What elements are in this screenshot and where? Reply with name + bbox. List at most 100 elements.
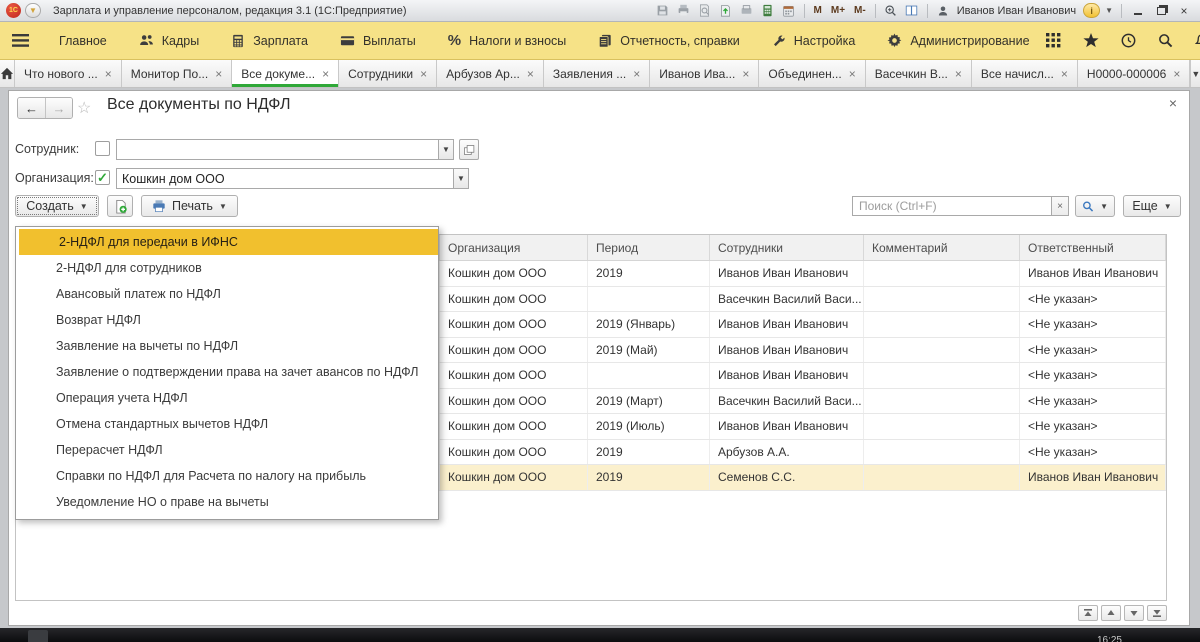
- send-icon[interactable]: [717, 3, 735, 19]
- back-button[interactable]: ←: [18, 98, 45, 118]
- current-user-name[interactable]: Иванов Иван Иванович: [957, 5, 1076, 17]
- zoom-icon[interactable]: [882, 3, 900, 19]
- tab[interactable]: Объединен...×: [759, 60, 865, 87]
- tab-list-caret-icon[interactable]: ▼: [1190, 60, 1200, 87]
- go-first-button[interactable]: [1078, 605, 1098, 621]
- close-button[interactable]: ×: [1174, 3, 1194, 19]
- favorite-star-icon[interactable]: ☆: [77, 98, 91, 118]
- tab-close-icon[interactable]: ×: [955, 68, 962, 80]
- menu-section-администрирование[interactable]: Администрирование: [871, 22, 1045, 59]
- menu-section-кадры[interactable]: Кадры: [123, 22, 215, 59]
- split-view-icon[interactable]: [903, 3, 921, 19]
- more-button[interactable]: Еще▼: [1123, 195, 1181, 217]
- employee-filter-checkbox[interactable]: [95, 141, 110, 156]
- tab[interactable]: Васечкин В...×: [866, 60, 972, 87]
- tab-close-icon[interactable]: ×: [742, 68, 749, 80]
- taskbar-item[interactable]: [28, 630, 48, 642]
- create-menu-item[interactable]: Операция учета НДФЛ: [16, 385, 438, 411]
- favorites-button[interactable]: [1083, 33, 1099, 48]
- tab-close-icon[interactable]: ×: [1173, 68, 1180, 80]
- tab-close-icon[interactable]: ×: [420, 68, 427, 80]
- system-menu-button[interactable]: ▼: [25, 3, 41, 18]
- save-icon[interactable]: [654, 3, 672, 19]
- search-button[interactable]: ▼: [1075, 195, 1115, 217]
- restore-button[interactable]: [1151, 3, 1171, 19]
- print-button[interactable]: Печать▼: [141, 195, 238, 217]
- tab-close-icon[interactable]: ×: [849, 68, 856, 80]
- minimize-button[interactable]: [1128, 3, 1148, 19]
- tab-close-icon[interactable]: ×: [105, 68, 112, 80]
- table-cell: 2019 (Январь): [588, 312, 710, 337]
- go-previous-button[interactable]: [1101, 605, 1121, 621]
- home-tab[interactable]: [0, 60, 15, 87]
- create-menu-item[interactable]: Возврат НДФЛ: [16, 307, 438, 333]
- table-header-cell[interactable]: Сотрудники: [710, 235, 864, 260]
- menu-section-налоги-и-взносы[interactable]: %Налоги и взносы: [432, 22, 583, 59]
- tab-close-icon[interactable]: ×: [215, 68, 222, 80]
- create-menu-item[interactable]: Справки по НДФЛ для Расчета по налогу на…: [16, 463, 438, 489]
- menu-section-настройка[interactable]: Настройка: [756, 22, 872, 59]
- employee-open-button[interactable]: [459, 139, 479, 160]
- info-caret-icon[interactable]: ▼: [1103, 6, 1115, 15]
- create-menu-item[interactable]: Отмена стандартных вычетов НДФЛ: [16, 411, 438, 437]
- table-header-cell[interactable]: Период: [588, 235, 710, 260]
- menu-section-отчетность-справки[interactable]: Отчетность, справки: [582, 22, 756, 59]
- create-menu-item[interactable]: Заявление на вычеты по НДФЛ: [16, 333, 438, 359]
- create-menu-item[interactable]: Перерасчет НДФЛ: [16, 437, 438, 463]
- print-preview-icon[interactable]: [696, 3, 714, 19]
- go-last-button[interactable]: [1147, 605, 1167, 621]
- m-plus-button[interactable]: M+: [828, 5, 848, 16]
- create-button[interactable]: Создать▼: [15, 195, 99, 217]
- fax-icon[interactable]: [738, 3, 756, 19]
- m-button[interactable]: M: [811, 5, 825, 16]
- global-search-button[interactable]: [1158, 33, 1173, 48]
- print-icon[interactable]: [675, 3, 693, 19]
- organization-filter-input[interactable]: [116, 168, 453, 189]
- calendar-icon[interactable]: [780, 3, 798, 19]
- tab[interactable]: Арбузов Ар...×: [437, 60, 544, 87]
- table-header-cell[interactable]: Ответственный: [1020, 235, 1166, 260]
- calculator-icon[interactable]: [759, 3, 777, 19]
- table-cell: Кошкин дом ООО: [440, 261, 588, 286]
- employee-dropdown-icon[interactable]: ▼: [438, 139, 454, 160]
- menu-section-главное[interactable]: Главное: [43, 22, 123, 59]
- tab[interactable]: Что нового ...×: [15, 60, 122, 87]
- tab-close-icon[interactable]: ×: [527, 68, 534, 80]
- service-menu-button[interactable]: [1046, 33, 1061, 48]
- info-button[interactable]: i: [1083, 3, 1100, 18]
- tab[interactable]: Н0000-000006×: [1078, 60, 1190, 87]
- employee-filter-input[interactable]: [116, 139, 438, 160]
- create-menu-item[interactable]: Авансовый платеж по НДФЛ: [16, 281, 438, 307]
- forward-button[interactable]: →: [45, 98, 72, 118]
- notifications-button[interactable]: [1195, 33, 1200, 48]
- tab[interactable]: Иванов Ива...×: [650, 60, 759, 87]
- create-menu-item[interactable]: Заявление о подтверждении права на зачет…: [16, 359, 438, 385]
- tab[interactable]: Заявления ...×: [544, 60, 650, 87]
- menu-section-выплаты[interactable]: Выплаты: [324, 22, 432, 59]
- create-menu-item[interactable]: 2-НДФЛ для сотрудников: [16, 255, 438, 281]
- form-close-icon[interactable]: ×: [1169, 95, 1177, 111]
- create-menu-item[interactable]: Уведомление НО о праве на вычеты: [16, 489, 438, 515]
- tab[interactable]: Сотрудники×: [339, 60, 437, 87]
- table-header-cell[interactable]: Комментарий: [864, 235, 1020, 260]
- m-minus-button[interactable]: M-: [851, 5, 869, 16]
- tab-close-icon[interactable]: ×: [1061, 68, 1068, 80]
- table-cell: [864, 465, 1020, 490]
- tab[interactable]: Монитор По...×: [122, 60, 233, 87]
- table-header-cell[interactable]: Организация: [440, 235, 588, 260]
- main-menu-icon[interactable]: [12, 29, 29, 53]
- tab-close-icon[interactable]: ×: [633, 68, 640, 80]
- search-input[interactable]: [852, 196, 1052, 216]
- create-menu-item[interactable]: 2-НДФЛ для передачи в ИФНС: [19, 229, 438, 255]
- search-clear-icon[interactable]: ×: [1052, 196, 1069, 216]
- tab[interactable]: Все докуме...×: [232, 60, 339, 87]
- organization-filter-checkbox[interactable]: ✓: [95, 170, 110, 185]
- tab-close-icon[interactable]: ×: [322, 68, 329, 80]
- menu-section-зарплата[interactable]: Зарплата: [215, 22, 324, 59]
- organization-dropdown-icon[interactable]: ▼: [453, 168, 469, 189]
- table-cell: Иванов Иван Иванович: [1020, 465, 1166, 490]
- go-next-button[interactable]: [1124, 605, 1144, 621]
- create-by-copy-button[interactable]: [107, 195, 133, 217]
- tab[interactable]: Все начисл...×: [972, 60, 1078, 87]
- history-button[interactable]: [1121, 33, 1136, 48]
